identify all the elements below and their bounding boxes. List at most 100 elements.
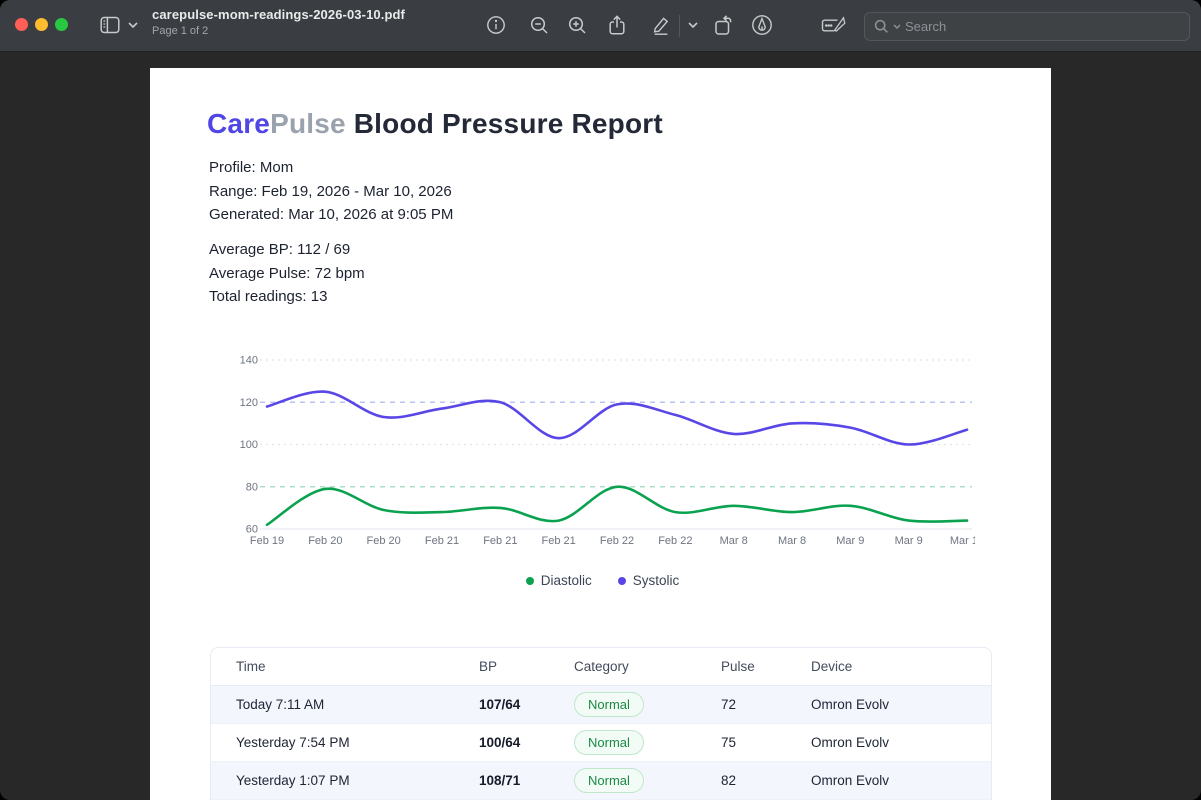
zoom-out-icon	[529, 15, 550, 36]
share-button[interactable]	[605, 13, 629, 37]
category-badge: Normal	[574, 730, 644, 755]
window-title: carepulse-mom-readings-2026-03-10.pdf	[152, 7, 405, 22]
zoom-in-icon	[567, 15, 588, 36]
col-header-time: Time	[236, 659, 266, 674]
col-header-device: Device	[811, 659, 853, 674]
info-icon	[486, 15, 506, 35]
stat-total-readings: Total readings: 13	[209, 288, 328, 305]
cell-category: Normal	[574, 768, 721, 793]
cell-time: Today 7:11 AM	[236, 697, 325, 712]
bp-line-chart: 60 80 100 120 140 Feb 19 Feb 20 Feb 20 Feb 21 Feb…	[230, 352, 984, 558]
search-icon	[874, 19, 889, 34]
report-stats: Average BP: 112 / 69 Average Pulse: 72 b…	[209, 238, 365, 309]
svg-text:Feb 20: Feb 20	[308, 535, 342, 547]
window-title-block: carepulse-mom-readings-2026-03-10.pdf Pa…	[152, 7, 405, 37]
category-badge: Normal	[574, 692, 644, 717]
minimize-button[interactable]	[35, 18, 48, 31]
cell-time: Yesterday 1:07 PM	[236, 773, 350, 788]
markup-menu-chevron[interactable]	[686, 13, 700, 37]
info-button[interactable]	[484, 13, 508, 37]
sidebar-menu-chevron[interactable]	[126, 13, 140, 37]
table-header-row: Time BP Category Pulse Device	[211, 648, 991, 686]
rotate-icon	[712, 14, 734, 36]
fill-sign-button[interactable]	[819, 13, 847, 37]
sidebar-toggle-button[interactable]	[98, 13, 122, 37]
traffic-lights	[15, 18, 68, 31]
systolic-dot-icon	[617, 576, 626, 585]
search-scope-chevron-icon	[893, 24, 901, 29]
rotate-button[interactable]	[711, 13, 735, 37]
diastolic-dot-icon	[525, 576, 534, 585]
table-body: Today 7:11 AM 107/64 Normal 72 Omron Evo…	[211, 686, 991, 800]
search-field[interactable]	[864, 12, 1190, 41]
table-row: Yesterday 7:54 PM 100/64 Normal 75 Omron…	[211, 724, 991, 762]
svg-text:Mar 9: Mar 9	[836, 535, 864, 547]
page-indicator: Page 1 of 2	[152, 25, 209, 37]
legend-item-systolic: Systolic	[617, 573, 680, 588]
cell-pulse: 75	[721, 735, 737, 750]
zoom-in-button[interactable]	[565, 13, 589, 37]
svg-text:Mar 9: Mar 9	[895, 535, 923, 547]
svg-text:Feb 21: Feb 21	[483, 535, 517, 547]
report-meta: Profile: Mom Range: Feb 19, 2026 - Mar 1…	[209, 156, 453, 227]
cell-pulse: 82	[721, 773, 737, 788]
legend-label-diastolic: Diastolic	[540, 573, 592, 588]
category-badge: Normal	[574, 768, 644, 793]
legend-item-diastolic: Diastolic	[525, 573, 592, 588]
svg-text:120: 120	[240, 397, 258, 409]
brand-pulse: Pulse	[270, 108, 346, 139]
chevron-down-icon	[688, 22, 698, 28]
stat-average-pulse: Average Pulse: 72 bpm	[209, 264, 365, 282]
svg-text:60: 60	[246, 524, 258, 536]
svg-text:Mar 10: Mar 10	[950, 535, 975, 547]
svg-text:Feb 19: Feb 19	[250, 535, 284, 547]
svg-text:Feb 21: Feb 21	[542, 535, 576, 547]
draw-button[interactable]	[750, 13, 774, 37]
chart-legend: Diastolic Systolic	[230, 573, 975, 588]
pdf-page: CarePulse Blood Pressure Report Profile:…	[150, 68, 1051, 800]
col-header-bp: BP	[479, 659, 498, 674]
markup-button[interactable]	[649, 13, 673, 37]
search-input[interactable]	[905, 19, 1180, 34]
close-button[interactable]	[15, 18, 28, 31]
highlighter-pen-icon	[650, 14, 672, 36]
signature-field-icon	[820, 14, 847, 36]
svg-text:Mar 8: Mar 8	[778, 535, 806, 547]
svg-text:Feb 21: Feb 21	[425, 535, 459, 547]
svg-text:100: 100	[240, 439, 258, 451]
toolbar-divider	[679, 15, 680, 37]
cell-pulse: 72	[721, 697, 737, 712]
col-header-category: Category	[574, 659, 629, 674]
svg-text:Feb 22: Feb 22	[658, 535, 692, 547]
bp-chart-svg: 60 80 100 120 140 Feb 19 Feb 20 Feb 20 Feb 21 Feb…	[240, 355, 984, 548]
cell-device: Omron Evolv	[811, 773, 890, 788]
brand-care: Care	[207, 108, 271, 139]
report-title-rest: Blood Pressure Report	[345, 108, 663, 139]
legend-label-systolic: Systolic	[632, 573, 680, 588]
meta-range: Range: Feb 19, 2026 - Mar 10, 2026	[209, 182, 452, 200]
cell-category: Normal	[574, 692, 721, 717]
svg-text:80: 80	[246, 481, 258, 493]
share-icon	[607, 14, 627, 36]
stat-average-bp: Average BP: 112 / 69	[209, 241, 351, 258]
cell-bp: 100/64	[479, 735, 521, 750]
meta-profile: Profile: Mom	[209, 159, 294, 176]
cell-bp: 108/71	[479, 773, 521, 788]
report-title: CarePulse Blood Pressure Report	[207, 108, 663, 140]
svg-text:140: 140	[240, 355, 258, 367]
svg-text:Feb 20: Feb 20	[367, 535, 401, 547]
svg-text:Feb 22: Feb 22	[600, 535, 634, 547]
titlebar: carepulse-mom-readings-2026-03-10.pdf Pa…	[0, 0, 1201, 52]
fullscreen-button[interactable]	[55, 18, 68, 31]
readings-table: Time BP Category Pulse Device Today 7:11…	[210, 647, 992, 800]
diastolic-line	[265, 485, 969, 527]
preview-window: carepulse-mom-readings-2026-03-10.pdf Pa…	[0, 0, 1201, 800]
meta-generated: Generated: Mar 10, 2026 at 9:05 PM	[209, 206, 454, 223]
sidebar-icon	[98, 13, 122, 37]
zoom-out-button[interactable]	[527, 13, 551, 37]
cell-device: Omron Evolv	[811, 735, 890, 750]
cell-bp: 107/64	[479, 697, 521, 712]
table-row: Today 7:11 AM 107/64 Normal 72 Omron Evo…	[211, 686, 991, 724]
pen-nib-circle-icon	[751, 14, 773, 36]
table-row: Yesterday 1:07 PM 108/71 Normal 82 Omron…	[211, 762, 991, 800]
